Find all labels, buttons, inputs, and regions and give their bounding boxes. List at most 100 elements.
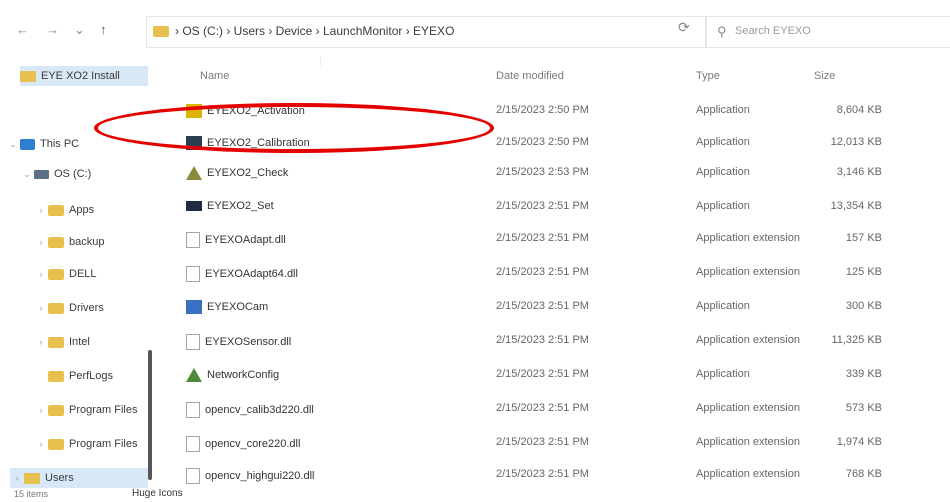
file-type: Application: [696, 368, 750, 380]
annotation-circle: [94, 103, 494, 153]
column-header-date[interactable]: Date modified: [496, 70, 564, 82]
file-row[interactable]: NetworkConfig 2/15/2023 2:51 PM Applicat…: [170, 360, 910, 390]
file-row[interactable]: EYEXOCam 2/15/2023 2:51 PM Application 3…: [170, 292, 910, 322]
forward-arrow-icon[interactable]: →: [46, 22, 59, 37]
column-header-type[interactable]: Type: [696, 70, 720, 82]
file-size: 13,354 KB: [830, 200, 882, 212]
file-date: 2/15/2023 2:51 PM: [496, 368, 589, 380]
check-icon: [186, 166, 202, 180]
sidebar-item-label: Program Files: [69, 438, 138, 450]
file-row[interactable]: EYEXO2_Check 2/15/2023 2:53 PM Applicati…: [170, 158, 910, 188]
refresh-icon[interactable]: ⟳: [678, 19, 690, 36]
file-name: EYEXO2_Check: [207, 167, 289, 179]
sidebar-item-intel[interactable]: › Intel: [34, 332, 90, 352]
file-row[interactable]: EYEXO2_Set 2/15/2023 2:51 PM Application…: [170, 192, 910, 222]
sidebar-item-label: DELL: [69, 268, 97, 280]
sidebar-scrollbar[interactable]: [148, 350, 152, 480]
dll-icon: [186, 436, 200, 452]
address-path[interactable]: › OS (C:) › Users › Device › LaunchMonit…: [175, 24, 454, 38]
sidebar-item-os-drive[interactable]: ⌄ OS (C:): [20, 164, 91, 184]
file-size: 11,325 KB: [831, 334, 882, 346]
file-name: EYEXOAdapt.dll: [205, 234, 286, 246]
sidebar-item-label: Apps: [69, 204, 95, 216]
chevron-right-icon[interactable]: ›: [10, 473, 24, 483]
file-date: 2/15/2023 2:51 PM: [496, 232, 589, 244]
file-row[interactable]: EYEXOAdapt.dll 2/15/2023 2:51 PM Applica…: [170, 224, 910, 254]
file-date: 2/15/2023 2:51 PM: [496, 436, 589, 448]
file-row[interactable]: opencv_core220.dll 2/15/2023 2:51 PM App…: [170, 428, 910, 458]
sidebar-item-label: Users: [45, 472, 74, 484]
file-type: Application: [696, 166, 750, 178]
column-header-name[interactable]: Name: [200, 70, 229, 82]
file-type: Application extension: [696, 436, 800, 448]
chevron-down-icon[interactable]: ⌄: [20, 169, 34, 180]
back-arrow-icon[interactable]: ←: [16, 22, 29, 37]
sidebar-item-this-pc[interactable]: ⌄ This PC: [6, 134, 79, 154]
file-size: 3,146 KB: [836, 166, 882, 178]
column-header-size[interactable]: Size: [814, 70, 835, 82]
network-icon: [186, 368, 202, 382]
folder-icon: [48, 268, 64, 280]
file-row[interactable]: EYEXOSensor.dll 2/15/2023 2:51 PM Applic…: [170, 326, 910, 356]
file-type: Application extension: [696, 232, 800, 244]
file-type: Application extension: [696, 468, 800, 480]
sidebar-item-perflogs[interactable]: PerfLogs: [34, 366, 113, 386]
file-type: Application: [696, 300, 750, 312]
chevron-right-icon[interactable]: ›: [34, 237, 48, 247]
chevron-right-icon[interactable]: ›: [34, 269, 48, 279]
item-count: 15 items: [14, 489, 49, 499]
file-date: 2/15/2023 2:51 PM: [496, 402, 589, 414]
sidebar-item-label: PerfLogs: [69, 370, 114, 382]
up-arrow-icon[interactable]: ↑: [100, 22, 107, 37]
sidebar-item-program-files-x86[interactable]: › Program Files: [34, 434, 138, 454]
chevron-right-icon[interactable]: ›: [34, 405, 48, 415]
chevron-right-icon[interactable]: ›: [34, 205, 48, 215]
file-date: 2/15/2023 2:51 PM: [496, 334, 589, 346]
recent-locations-chevron-icon[interactable]: ⌄: [74, 22, 85, 38]
file-name: EYEXOCam: [207, 301, 269, 313]
file-size: 768 KB: [845, 468, 882, 480]
file-row[interactable]: opencv_highgui220.dll 2/15/2023 2:51 PM …: [170, 460, 910, 490]
column-divider: [320, 56, 321, 66]
sidebar-item-label: EYE XO2 Install: [41, 70, 120, 82]
file-type: Application: [696, 200, 750, 212]
dll-icon: [186, 266, 200, 282]
sidebar-item-label: Drivers: [69, 302, 104, 314]
chevron-right-icon[interactable]: ›: [34, 439, 48, 449]
file-size: 339 KB: [845, 368, 882, 380]
set-icon: [186, 201, 202, 211]
view-mode-label[interactable]: Huge Icons: [132, 488, 183, 499]
folder-icon: [24, 472, 40, 484]
sidebar-item-program-files[interactable]: › Program Files: [34, 400, 138, 420]
file-type: Application extension: [696, 266, 800, 278]
sidebar-item-install[interactable]: EYE XO2 Install: [20, 66, 148, 86]
file-name: NetworkConfig: [207, 369, 280, 381]
file-row[interactable]: EYEXOAdapt64.dll 2/15/2023 2:51 PM Appli…: [170, 258, 910, 288]
folder-icon: [48, 236, 64, 248]
dll-icon: [186, 232, 200, 248]
chevron-right-icon[interactable]: ›: [34, 303, 48, 313]
file-row[interactable]: opencv_calib3d220.dll 2/15/2023 2:51 PM …: [170, 394, 910, 424]
chevron-down-icon[interactable]: ⌄: [6, 139, 20, 150]
sidebar-item-users[interactable]: › Users: [10, 468, 148, 488]
sidebar-item-dell[interactable]: › DELL: [34, 264, 97, 284]
camera-icon: [186, 300, 202, 314]
search-box[interactable]: ⚲ Search EYEXO: [706, 16, 950, 48]
file-name: opencv_calib3d220.dll: [205, 404, 314, 416]
status-bar: 15 items Huge Icons: [0, 488, 950, 502]
chevron-right-icon[interactable]: ›: [34, 337, 48, 347]
sidebar-item-backup[interactable]: › backup: [34, 232, 105, 252]
search-input[interactable]: Search EYEXO: [735, 25, 811, 37]
file-size: 157 KB: [845, 232, 882, 244]
sidebar-item-apps[interactable]: › Apps: [34, 200, 95, 220]
folder-icon: [48, 302, 64, 314]
sidebar-item-drivers[interactable]: › Drivers: [34, 298, 104, 318]
sidebar-item-label: backup: [69, 236, 105, 248]
sidebar-item-label: This PC: [40, 138, 80, 150]
file-date: 2/15/2023 2:50 PM: [496, 104, 589, 116]
folder-icon: [48, 438, 64, 450]
file-date: 2/15/2023 2:51 PM: [496, 300, 589, 312]
folder-icon: [48, 370, 64, 382]
file-type: Application extension: [696, 402, 800, 414]
address-bar[interactable]: › OS (C:) › Users › Device › LaunchMonit…: [146, 16, 706, 48]
